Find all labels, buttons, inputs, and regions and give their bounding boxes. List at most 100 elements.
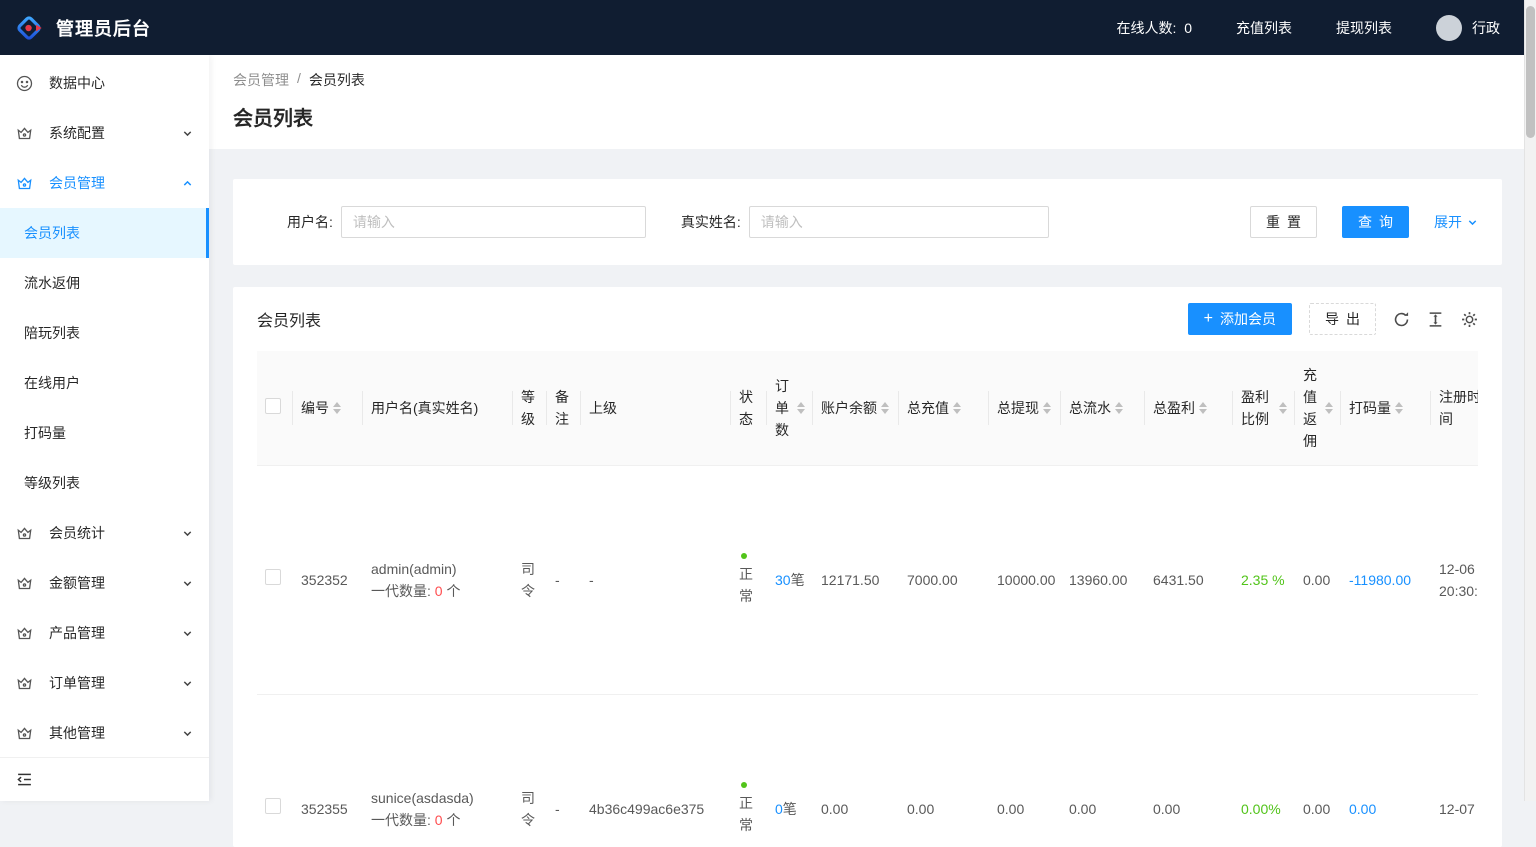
cell-level: 司令 <box>513 465 547 694</box>
orders-count-link[interactable]: 0 <box>775 801 783 817</box>
vertical-scrollbar[interactable] <box>1524 0 1536 801</box>
cell-status: 正常 <box>731 465 767 694</box>
dama-link[interactable]: 0.00 <box>1349 801 1376 817</box>
reset-button[interactable]: 重置 <box>1250 206 1317 238</box>
crown-icon <box>16 125 33 142</box>
sidebar-item-other-management[interactable]: 其他管理 <box>0 708 209 758</box>
crown-icon <box>16 625 33 642</box>
sidebar-item-level-list[interactable]: 等级列表 <box>0 458 209 508</box>
user-menu[interactable]: 行政 <box>1436 15 1500 41</box>
cell-parent: 4b36c499ac6e375 <box>581 694 731 847</box>
sort-caret-icon[interactable] <box>1279 402 1287 414</box>
app-title: 管理员后台 <box>56 15 151 41</box>
sidebar-collapse-trigger[interactable] <box>0 757 209 801</box>
sort-caret-icon[interactable] <box>1115 402 1123 414</box>
export-button[interactable]: 导出 <box>1309 303 1376 335</box>
cell-user: admin(admin) 一代数量: 0 个 <box>363 465 513 694</box>
breadcrumb-separator: / <box>297 70 301 90</box>
breadcrumb-parent[interactable]: 会员管理 <box>233 70 289 90</box>
sidebar-item-flow-rebate[interactable]: 流水返佣 <box>0 258 209 308</box>
col-time[interactable]: 注册时间 <box>1431 351 1478 465</box>
row-checkbox[interactable] <box>265 569 281 585</box>
col-rebate[interactable]: 充值返佣 <box>1295 351 1341 465</box>
menu-fold-icon <box>16 771 33 788</box>
sidebar-item-system-config[interactable]: 系统配置 <box>0 108 209 158</box>
cell-balance: 12171.50 <box>813 465 899 694</box>
cell-flow: 13960.00 <box>1061 465 1145 694</box>
breadcrumb: 会员管理 / 会员列表 <box>233 70 1500 90</box>
table-title: 会员列表 <box>257 307 321 331</box>
dama-link[interactable]: -11980.00 <box>1349 572 1411 588</box>
search-button[interactable]: 查询 <box>1342 206 1409 238</box>
chevron-down-icon <box>182 578 193 589</box>
cell-time: 12-0620:30:24 <box>1431 465 1478 694</box>
col-status: 状态 <box>731 351 767 465</box>
page-title: 会员列表 <box>233 102 1500 131</box>
cell-withdraw: 0.00 <box>989 694 1061 847</box>
username-filter-input[interactable] <box>341 206 646 238</box>
sidebar-item-online-users[interactable]: 在线用户 <box>0 358 209 408</box>
col-orders[interactable]: 订单数 <box>767 351 813 465</box>
sort-caret-icon[interactable] <box>1199 402 1207 414</box>
expand-link[interactable]: 展开 <box>1434 212 1478 232</box>
sidebar-item-product-management[interactable]: 产品管理 <box>0 608 209 658</box>
sidebar-item-data-center[interactable]: 数据中心 <box>0 58 209 108</box>
row-select-cell[interactable] <box>257 694 293 847</box>
orders-count-link[interactable]: 30 <box>775 572 791 588</box>
sort-caret-icon[interactable] <box>1395 402 1403 414</box>
settings-gear-icon[interactable] <box>1461 311 1478 328</box>
row-checkbox[interactable] <box>265 798 281 814</box>
cell-ratio: 0.00% <box>1233 694 1295 847</box>
chevron-up-icon <box>182 178 193 189</box>
col-profit[interactable]: 总盈利 <box>1145 351 1233 465</box>
row-select-cell[interactable] <box>257 465 293 694</box>
col-ratio[interactable]: 盈利比例 <box>1233 351 1295 465</box>
col-balance[interactable]: 账户余额 <box>813 351 899 465</box>
sidebar-item-member-management[interactable]: 会员管理 <box>0 158 209 208</box>
sidebar-item-order-management[interactable]: 订单管理 <box>0 658 209 708</box>
recharge-list-link[interactable]: 充值列表 <box>1236 18 1292 38</box>
sidebar-item-companion-list[interactable]: 陪玩列表 <box>0 308 209 358</box>
col-recharge[interactable]: 总充值 <box>899 351 989 465</box>
chevron-down-icon <box>182 128 193 139</box>
chevron-down-icon <box>182 728 193 739</box>
sort-caret-icon[interactable] <box>881 402 889 414</box>
scrollbar-thumb[interactable] <box>1526 6 1535 138</box>
sidebar-item-member-list[interactable]: 会员列表 <box>0 208 209 258</box>
withdraw-list-link[interactable]: 提现列表 <box>1336 18 1392 38</box>
cell-id: 352352 <box>293 465 363 694</box>
smile-icon <box>16 75 33 92</box>
chevron-down-icon <box>182 678 193 689</box>
add-member-button[interactable]: + 添加会员 <box>1188 303 1292 335</box>
cell-recharge: 7000.00 <box>899 465 989 694</box>
column-height-icon[interactable] <box>1427 311 1444 328</box>
cell-id: 352355 <box>293 694 363 847</box>
cell-orders: 30笔 <box>767 465 813 694</box>
select-all-checkbox[interactable] <box>265 398 281 414</box>
sort-caret-icon[interactable] <box>1043 402 1051 414</box>
sort-caret-icon[interactable] <box>797 402 805 414</box>
cell-dama: -11980.00 <box>1341 465 1431 694</box>
select-all-header[interactable] <box>257 351 293 465</box>
sidebar-item-member-stats[interactable]: 会员统计 <box>0 508 209 558</box>
cell-status: 正常 <box>731 694 767 847</box>
sort-caret-icon[interactable] <box>333 402 341 414</box>
sidebar-item-dama-volume[interactable]: 打码量 <box>0 408 209 458</box>
sidebar-item-amount-management[interactable]: 金额管理 <box>0 558 209 608</box>
plus-icon: + <box>1204 311 1213 327</box>
chevron-down-icon <box>1467 217 1478 228</box>
reload-icon[interactable] <box>1393 311 1410 328</box>
col-flow[interactable]: 总流水 <box>1061 351 1145 465</box>
realname-filter-label: 真实姓名: <box>681 212 741 232</box>
sort-caret-icon[interactable] <box>1325 402 1333 414</box>
avatar[interactable] <box>1436 15 1462 41</box>
app-logo: 管理员后台 <box>14 13 151 43</box>
status-dot <box>741 553 747 559</box>
realname-filter-input[interactable] <box>749 206 1049 238</box>
cell-rebate: 0.00 <box>1295 465 1341 694</box>
col-id[interactable]: 编号 <box>293 351 363 465</box>
col-withdraw[interactable]: 总提现 <box>989 351 1061 465</box>
col-dama[interactable]: 打码量 <box>1341 351 1431 465</box>
chevron-down-icon <box>182 528 193 539</box>
sort-caret-icon[interactable] <box>953 402 961 414</box>
